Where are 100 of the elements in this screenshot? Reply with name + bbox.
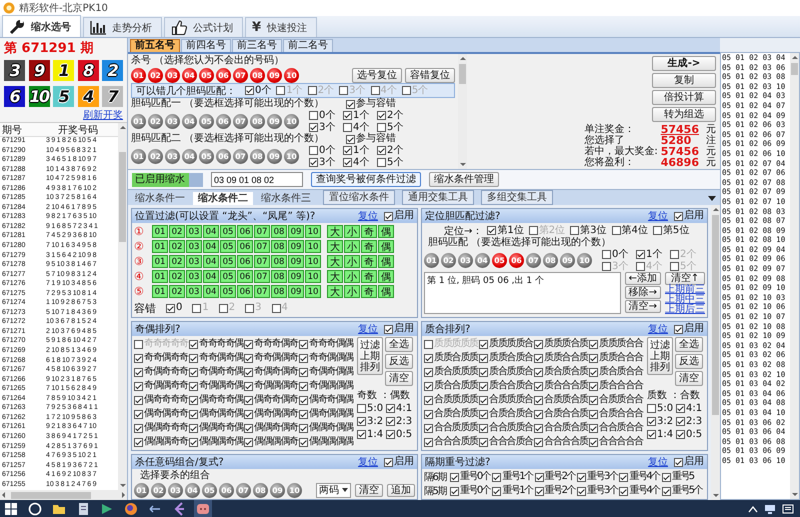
append-button[interactable]: 追加 [387, 484, 415, 496]
checkbox[interactable]: 合质合合合 [589, 407, 644, 421]
checkbox[interactable]: 偶奇偶奇奇 [134, 407, 189, 421]
number-cell[interactable]: 06 [237, 225, 253, 238]
reset-link[interactable]: 复位 [358, 322, 378, 336]
checkbox[interactable]: 0个 [309, 110, 343, 122]
checkbox[interactable]: 合合质合合 [589, 421, 644, 435]
checkbox[interactable]: 偶奇偶奇偶 [189, 407, 244, 421]
number-cell[interactable]: 06 [237, 255, 253, 268]
reset-link[interactable]: 复位 [648, 209, 668, 223]
number-cell[interactable]: 03 [186, 240, 202, 253]
checkbox[interactable]: 重号2个 [534, 485, 575, 497]
tab[interactable]: 缩水选号 [2, 15, 81, 37]
vertical-scrollbar[interactable] [458, 54, 467, 169]
checkbox[interactable]: 启用 [674, 456, 704, 468]
number-cell[interactable]: 04 [203, 270, 219, 283]
attribute-cell[interactable]: 小 [344, 285, 360, 298]
number-cell[interactable]: 02 [169, 240, 185, 253]
attribute-cell[interactable]: 小 [344, 240, 360, 253]
clear-button[interactable]: 清空↑ [665, 272, 705, 285]
checkbox[interactable]: 合合质合质 [534, 421, 589, 435]
number-cell[interactable]: 04 [203, 285, 219, 298]
invert-button[interactable]: 反选 [675, 354, 703, 369]
number-cell[interactable]: 05 [220, 270, 236, 283]
tab[interactable]: 前三名号 [232, 39, 282, 52]
checkbox[interactable]: 偶偶奇奇偶 [189, 421, 244, 435]
chevron-up-icon[interactable] [748, 504, 758, 512]
number-cell[interactable]: 02 [169, 285, 185, 298]
number-cell[interactable]: 05 [220, 285, 236, 298]
checkbox[interactable]: 偶奇奇偶偶 [299, 393, 354, 407]
checkbox[interactable]: 质合质合合 [589, 365, 644, 379]
tab[interactable]: 前四名号 [181, 39, 231, 52]
reset-link[interactable]: 复位 [358, 209, 378, 223]
checkbox[interactable]: 奇奇奇偶奇 [244, 337, 299, 351]
checkbox[interactable]: 奇偶偶奇偶 [189, 379, 244, 393]
app-icon[interactable] [196, 502, 210, 516]
number-cell[interactable]: 05 [220, 225, 236, 238]
checkbox[interactable]: 2个 [377, 145, 411, 156]
checkbox[interactable]: 偶偶偶奇偶 [189, 435, 244, 449]
checkbox[interactable]: 5个 [377, 156, 411, 168]
copy-button[interactable]: 复制 [652, 73, 716, 88]
number-cell[interactable]: 04 [203, 240, 219, 253]
number-cell[interactable]: 08 [271, 225, 287, 238]
network-icon[interactable] [764, 504, 776, 514]
number-cell[interactable]: 03 [186, 270, 202, 283]
attribute-cell[interactable]: 小 [344, 225, 360, 238]
checkbox[interactable]: 偶奇偶偶偶 [299, 407, 354, 421]
number-cell[interactable]: 08 [271, 270, 287, 283]
number-cell[interactable]: 07 [254, 270, 270, 283]
attribute-cell[interactable]: 偶 [378, 240, 394, 253]
clear-button[interactable]: 清空 [355, 484, 383, 496]
tab[interactable]: 前二名号 [283, 39, 333, 52]
input-field[interactable]: 03 09 01 08 02 [211, 172, 303, 187]
checkbox[interactable]: 0:5 [676, 428, 705, 441]
number-cell[interactable]: 01 [152, 225, 168, 238]
invert-button[interactable]: 反选 [385, 354, 413, 369]
link[interactable]: 上期后三 [665, 305, 705, 315]
number-cell[interactable]: 03 [186, 255, 202, 268]
checkbox[interactable]: 偶偶奇偶偶 [299, 421, 354, 435]
attribute-cell[interactable]: 大 [327, 255, 343, 268]
select-all-button[interactable]: 全选 [385, 337, 413, 352]
number-cell[interactable]: 10 [305, 255, 321, 268]
checkbox[interactable]: 奇奇偶奇奇 [134, 351, 189, 365]
checkbox[interactable]: 合合质质合 [479, 421, 534, 435]
checkbox[interactable]: 合质质合合 [589, 393, 644, 407]
checkbox[interactable]: 奇偶奇奇偶 [189, 365, 244, 379]
checkbox[interactable]: 3个 [309, 156, 343, 168]
number-cell[interactable]: 10 [305, 225, 321, 238]
checkbox[interactable]: 奇偶偶偶奇 [244, 379, 299, 393]
checkbox[interactable]: 重号2个 [534, 471, 575, 483]
checkbox[interactable]: 0:5 [386, 428, 415, 441]
number-cell[interactable]: 09 [288, 270, 304, 283]
checkbox[interactable]: 偶偶奇偶奇 [244, 421, 299, 435]
clear-button[interactable]: 清空→ [624, 300, 661, 313]
dropdown-arrow-icon[interactable] [708, 196, 716, 201]
checkbox[interactable]: 合质合质质 [424, 407, 479, 421]
checkbox[interactable]: 第5位 [652, 224, 690, 236]
checkbox[interactable]: 合合合合合 [589, 435, 644, 449]
checkbox[interactable]: 重号4个 [619, 471, 660, 483]
tool-button[interactable]: 多组交集工具 [481, 190, 553, 205]
checkbox[interactable]: 偶偶偶奇奇 [134, 435, 189, 449]
checkbox[interactable]: 合合合质合 [479, 435, 534, 449]
number-cell[interactable]: 01 [152, 285, 168, 298]
checkbox[interactable]: 3:2 [647, 415, 676, 428]
attribute-cell[interactable]: 大 [327, 270, 343, 283]
checkbox[interactable]: 偶偶偶偶奇 [244, 435, 299, 449]
checkbox[interactable]: 偶奇奇奇奇 [134, 393, 189, 407]
attribute-cell[interactable]: 小 [344, 255, 360, 268]
checkbox[interactable]: 0个 [245, 84, 272, 96]
attribute-cell[interactable]: 奇 [361, 270, 377, 283]
number-cell[interactable]: 01 [152, 270, 168, 283]
number-cell[interactable]: 08 [271, 240, 287, 253]
checkbox[interactable]: 2:3 [386, 415, 415, 428]
checkbox[interactable]: 启用 [384, 456, 414, 468]
checkbox[interactable]: 奇偶偶偶偶 [299, 379, 354, 393]
number-cell[interactable]: 07 [254, 285, 270, 298]
number-cell[interactable]: 06 [237, 240, 253, 253]
checkbox[interactable]: 4:1 [676, 402, 705, 415]
checkbox[interactable]: 奇偶偶奇奇 [134, 379, 189, 393]
checkbox[interactable]: 1个 [343, 145, 377, 156]
